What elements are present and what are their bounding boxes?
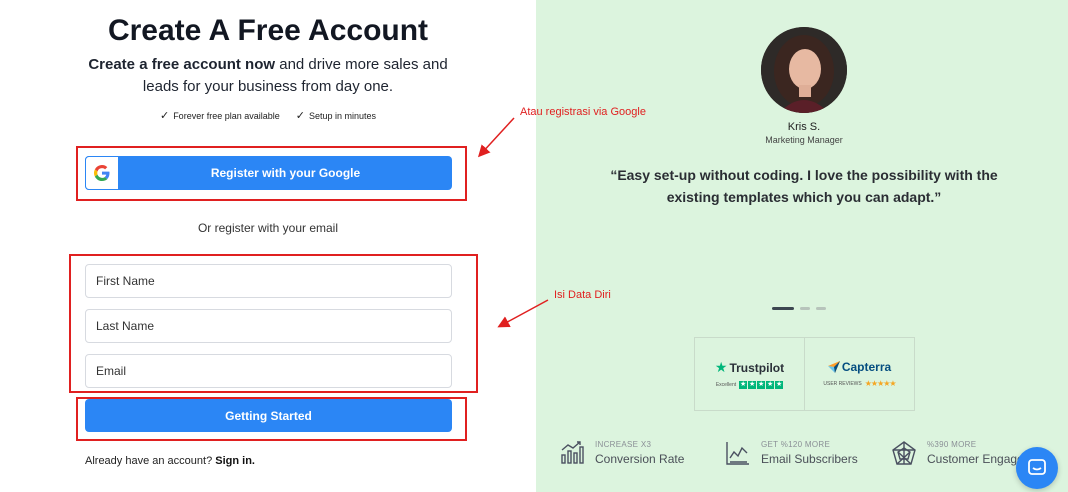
annotation-arrows (477, 117, 549, 328)
arrow-icon (477, 117, 515, 158)
chat-widget-button[interactable] (1016, 447, 1058, 489)
chat-icon (1028, 459, 1046, 475)
arrow-icon (497, 299, 549, 328)
page-root: Create A Free Account Create a free acco… (0, 0, 1068, 492)
